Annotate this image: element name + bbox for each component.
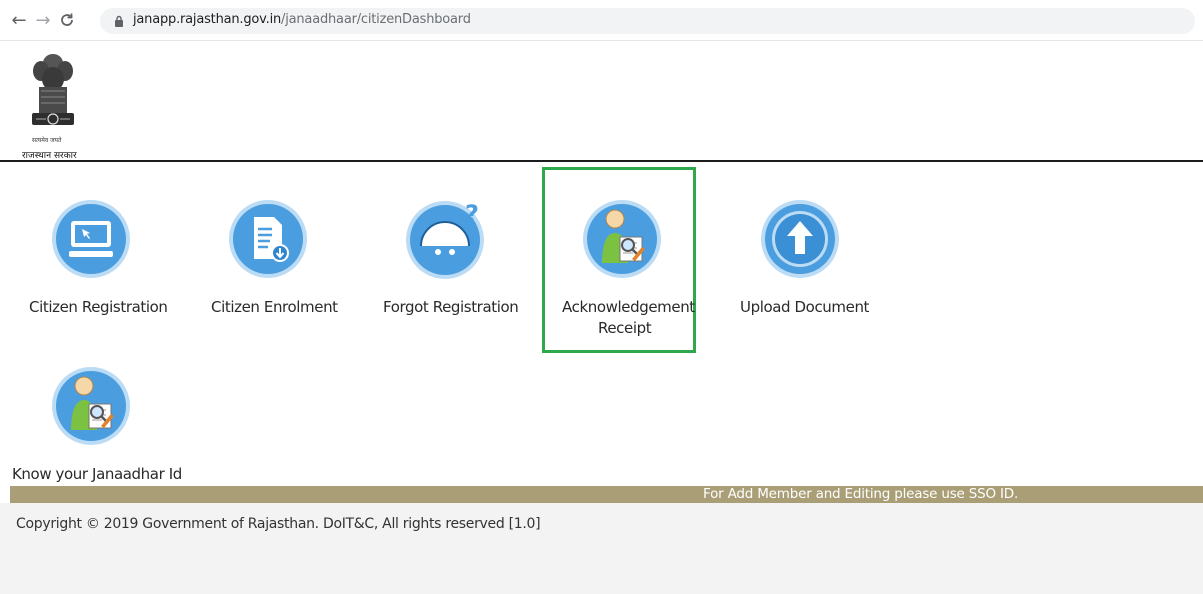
- forward-icon[interactable]: →: [32, 9, 54, 31]
- user-search-icon[interactable]: [582, 199, 662, 279]
- notice-bar: For Add Member and Editing please use SS…: [10, 486, 1203, 503]
- lock-icon: [115, 15, 123, 27]
- tile-label[interactable]: Acknowledgement: [562, 297, 695, 318]
- upload-arrow-icon[interactable]: [760, 199, 840, 279]
- tile-label[interactable]: Citizen Enrolment: [211, 297, 338, 318]
- emblem-caption: राजस्थान सरकार: [22, 151, 77, 161]
- browser-toolbar: ← → janapp.rajasthan.gov.in/janaadhaar/c…: [0, 0, 1203, 41]
- url-text: janapp.rajasthan.gov.in/janaadhaar/citiz…: [133, 12, 471, 27]
- address-bar[interactable]: janapp.rajasthan.gov.in/janaadhaar/citiz…: [100, 8, 1195, 34]
- computer-icon[interactable]: [51, 199, 131, 279]
- reload-icon[interactable]: [56, 9, 78, 31]
- document-icon[interactable]: [228, 199, 308, 279]
- tile-label[interactable]: Upload Document: [740, 297, 869, 318]
- copyright-text: Copyright © 2019 Government of Rajasthan…: [16, 516, 541, 532]
- page-header: सत्यमेव जयते राजस्थान सरकार: [0, 40, 1203, 162]
- back-icon[interactable]: ←: [8, 9, 30, 31]
- tile-label[interactable]: Forgot Registration: [383, 297, 519, 318]
- question-face-icon[interactable]: ?: [405, 196, 487, 280]
- notice-text: For Add Member and Editing please use SS…: [703, 486, 1019, 502]
- emblem-motto: सत्यमेव जयते: [32, 137, 62, 144]
- tile-label[interactable]: Citizen Registration: [29, 297, 168, 318]
- page-footer: Copyright © 2019 Government of Rajasthan…: [0, 503, 1203, 594]
- user-search-icon[interactable]: [51, 366, 131, 446]
- state-emblem-logo: [32, 54, 74, 125]
- tile-label[interactable]: Know your Janaadhar Id: [12, 464, 182, 485]
- tile-label[interactable]: Receipt: [598, 318, 652, 339]
- svg-text:?: ?: [465, 200, 479, 228]
